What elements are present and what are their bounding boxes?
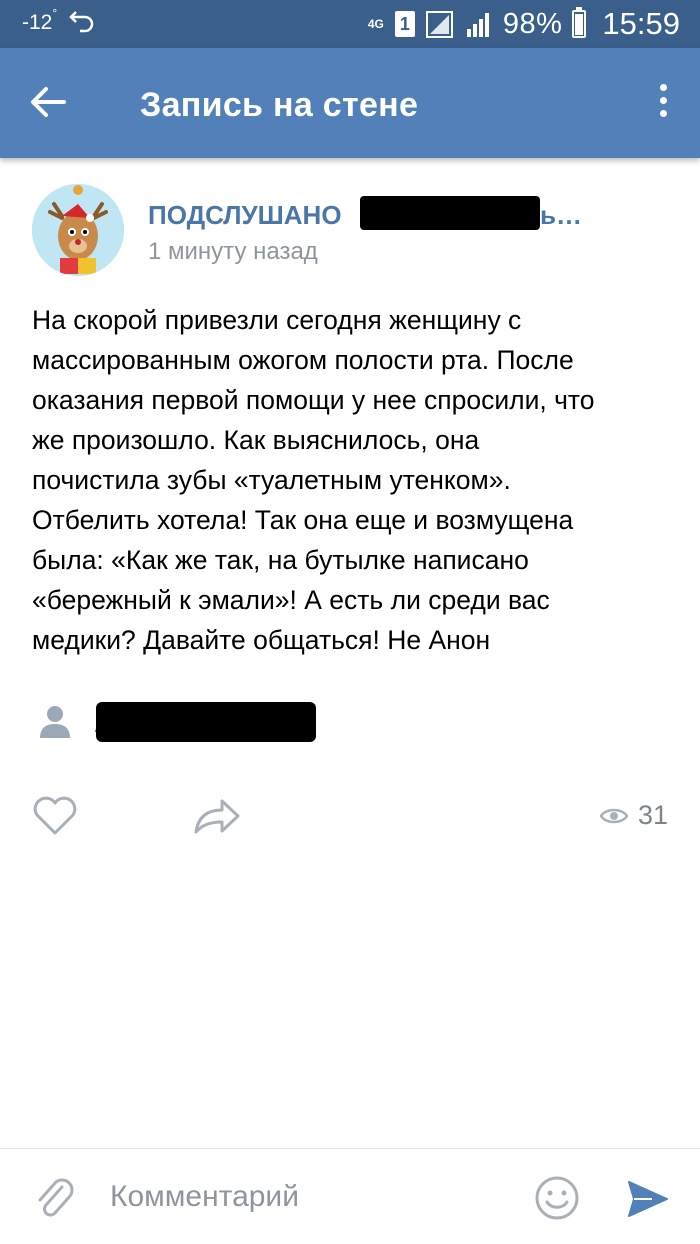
post-text-line: же произошло. Как выяснилось, она: [32, 425, 480, 455]
post-text: На скорой привезли сегодня женщину с мас…: [32, 300, 672, 660]
send-icon[interactable]: [626, 1177, 670, 1221]
sim-indicator: 1: [394, 11, 415, 37]
page-title: Запись на стене: [140, 86, 419, 124]
battery-percent: 98%: [502, 7, 563, 40]
more-options-icon[interactable]: [656, 84, 670, 124]
status-bar: -12° 4G 1 98% 15:59: [0, 0, 700, 48]
share-arrow-icon[interactable]: [192, 796, 242, 836]
views-count: 31: [637, 800, 668, 830]
views-counter: 31: [599, 800, 668, 831]
cell-signal-icon: [466, 13, 489, 37]
group-name-ellipsis: ь…: [540, 200, 582, 230]
network-type: 4G: [367, 16, 384, 31]
post-text-line: массированным ожогом полости рта. После: [32, 345, 574, 375]
app-bar: Запись на стене: [0, 48, 700, 158]
wifi-signal-icon: [425, 11, 453, 38]
user-icon: [40, 706, 70, 738]
emoji-smile-icon[interactable]: [534, 1175, 580, 1221]
post-text-line: На скорой привезли сегодня женщину с: [32, 305, 522, 335]
back-arrow-icon[interactable]: [28, 82, 68, 122]
temperature: -12°: [22, 6, 58, 34]
eye-icon: [599, 808, 628, 823]
clock: 15:59: [602, 6, 680, 41]
group-name-link[interactable]: ПОДСЛУШАНО: [148, 200, 342, 231]
post-timestamp: 1 минуту назад: [148, 238, 318, 265]
redaction-bar: [360, 196, 540, 230]
post-text-line: оказания первой помощи у нее спросили, ч…: [32, 385, 595, 415]
post-text-line: Отбелить хотела! Так она еще и возмущена: [32, 505, 574, 535]
like-heart-icon[interactable]: [32, 796, 78, 836]
redaction-bar: [96, 702, 316, 742]
paperclip-icon[interactable]: [32, 1175, 76, 1223]
return-arrow-icon: [69, 11, 94, 33]
group-avatar[interactable]: [32, 184, 124, 276]
post-text-line: медики? Давайте общаться! Не Анон: [32, 625, 491, 655]
post-text-line: была: «Как же так, на бутылке написано: [32, 545, 529, 575]
battery-icon: [572, 7, 587, 38]
post-text-line: почистила зубы «туалетным утенком».: [32, 465, 511, 495]
reindeer-avatar-icon: [32, 184, 124, 276]
comment-bar: [0, 1148, 700, 1244]
post-text-line: «бережный к эмали»! А есть ли среди вас: [32, 585, 550, 615]
comment-input[interactable]: [110, 1173, 510, 1221]
